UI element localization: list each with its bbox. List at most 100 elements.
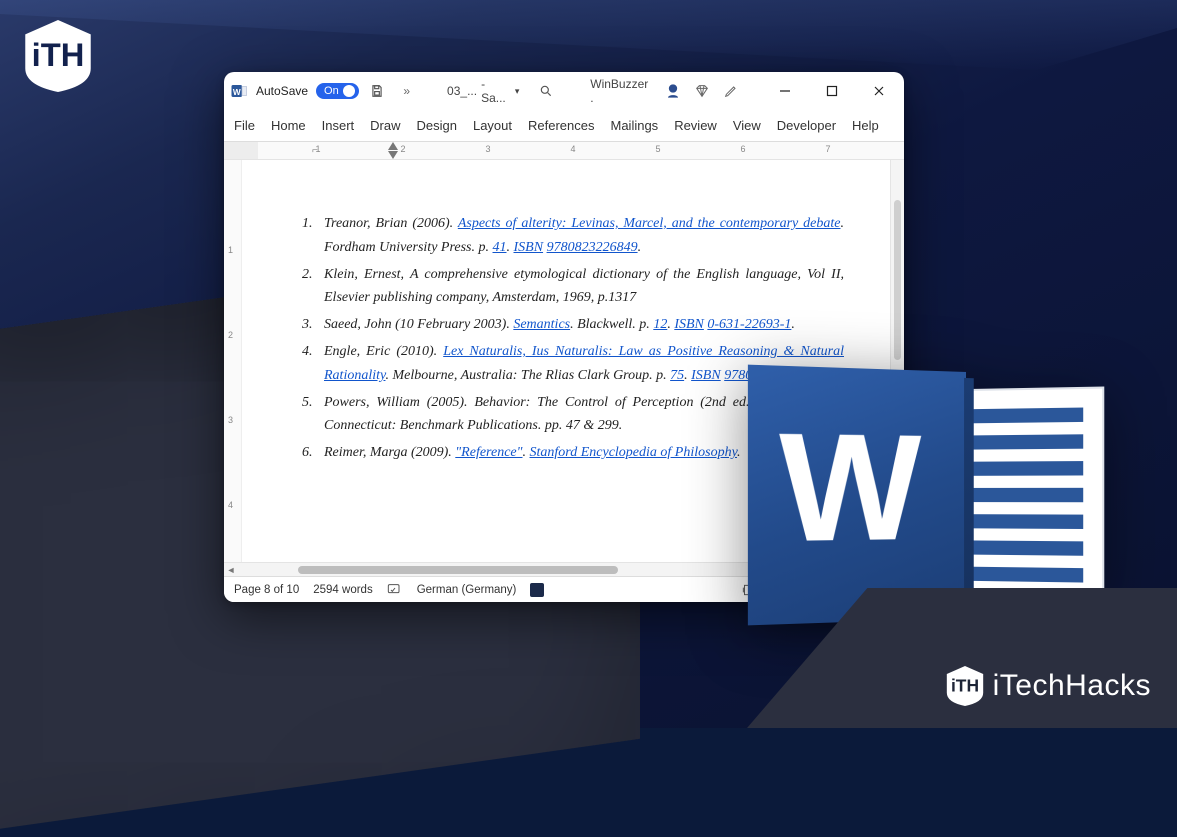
document-title[interactable]: 03_... - Sa... ▾ xyxy=(447,77,519,105)
tab-insert[interactable]: Insert xyxy=(322,116,355,135)
ref-isbn-value[interactable]: 0-631-22693-1 xyxy=(707,317,791,332)
ref-text: A comprehensive etymological dictionary … xyxy=(410,267,798,282)
ref-text: . xyxy=(638,240,642,255)
tab-mailings[interactable]: Mailings xyxy=(611,116,659,135)
ref-page-link[interactable]: 75 xyxy=(670,368,684,383)
reference-item: 2.Klein, Ernest, A comprehensive etymolo… xyxy=(302,263,844,311)
autosave-label: AutoSave xyxy=(256,84,308,98)
svg-text:iTH: iTH xyxy=(32,36,85,73)
vertical-ruler[interactable]: 1 2 3 4 xyxy=(224,160,242,562)
status-page[interactable]: Page 8 of 10 xyxy=(234,584,299,596)
reference-body: Klein, Ernest, A comprehensive etymologi… xyxy=(324,263,844,311)
ruler-num: 6 xyxy=(740,144,745,154)
reference-number: 2. xyxy=(302,263,324,311)
ruler-num: 7 xyxy=(825,144,830,154)
account-name[interactable]: WinBuzzer . xyxy=(590,77,653,105)
ruler-num: 1 xyxy=(315,144,320,154)
autosave-toggle[interactable]: On xyxy=(316,83,359,99)
save-icon[interactable] xyxy=(367,80,388,102)
maximize-button[interactable] xyxy=(812,76,851,106)
svg-text:iTH: iTH xyxy=(951,675,979,695)
svg-text:W: W xyxy=(233,88,241,97)
status-spellcheck[interactable] xyxy=(387,583,403,597)
ref-text: Engle, Eric (2010). xyxy=(324,344,443,359)
vruler-num: 2 xyxy=(228,330,233,340)
vruler-num: 1 xyxy=(228,245,233,255)
reference-item: 1.Treanor, Brian (2006). Aspects of alte… xyxy=(302,212,844,260)
itechhacks-brand-bottom: iTH iTechHacks xyxy=(945,666,1151,706)
search-icon[interactable] xyxy=(535,80,556,102)
tab-design[interactable]: Design xyxy=(417,116,457,135)
indent-marker-bottom[interactable] xyxy=(388,151,398,159)
ref-text: . xyxy=(523,445,530,460)
tab-help[interactable]: Help xyxy=(852,116,879,135)
horizontal-ruler[interactable]: ⌐ 1 2 3 4 5 6 7 xyxy=(224,142,904,160)
reference-number: 1. xyxy=(302,212,324,260)
tab-home[interactable]: Home xyxy=(271,116,306,135)
diamond-icon[interactable] xyxy=(691,80,712,102)
tab-review[interactable]: Review xyxy=(674,116,717,135)
ribbon-tabs: File Home Insert Draw Design Layout Refe… xyxy=(224,110,904,142)
word-app-icon: W xyxy=(230,82,248,100)
pen-icon[interactable] xyxy=(720,80,741,102)
ruler-num: 4 xyxy=(570,144,575,154)
scrollbar-thumb[interactable] xyxy=(894,200,901,360)
overflow-icon[interactable]: » xyxy=(396,80,417,102)
titlebar: W AutoSave On » 03_... - Sa... ▾ WinBuzz… xyxy=(224,72,904,110)
doc-name-left: 03_... xyxy=(447,84,477,98)
scroll-left-icon[interactable]: ◄ xyxy=(224,565,238,575)
ref-text: . xyxy=(791,317,795,332)
chevron-down-icon: ▾ xyxy=(515,86,520,97)
ref-isbn-label[interactable]: ISBN xyxy=(691,368,721,383)
account-avatar-icon[interactable] xyxy=(663,81,683,101)
tab-file[interactable]: File xyxy=(234,116,255,135)
tab-references[interactable]: References xyxy=(528,116,594,135)
itechhacks-badge-top: iTH xyxy=(22,20,94,92)
tab-developer[interactable]: Developer xyxy=(777,116,836,135)
ref-text: Treanor, Brian (2006). xyxy=(324,216,458,231)
ruler-num: 2 xyxy=(400,144,405,154)
reference-number: 5. xyxy=(302,391,324,439)
ref-text: Reimer, Marga (2009). xyxy=(324,445,455,460)
itechhacks-shield-icon: iTH xyxy=(945,666,985,706)
ref-link[interactable]: Semantics xyxy=(513,317,570,332)
ref-page-link[interactable]: 41 xyxy=(493,240,507,255)
ref-text: . Blackwell. p. xyxy=(570,317,653,332)
ref-isbn-label[interactable]: ISBN xyxy=(514,240,544,255)
ref-link[interactable]: "Reference" xyxy=(455,445,522,460)
hscroll-thumb[interactable] xyxy=(298,566,618,574)
ref-text: Klein, Ernest, xyxy=(324,267,410,282)
reference-body: Treanor, Brian (2006). Aspects of alteri… xyxy=(324,212,844,260)
reference-number: 4. xyxy=(302,340,324,388)
status-language[interactable]: German (Germany) xyxy=(417,584,517,596)
reference-number: 3. xyxy=(302,313,324,337)
ref-link[interactable]: Stanford Encyclopedia of Philosophy xyxy=(530,445,738,460)
close-button[interactable] xyxy=(859,76,898,106)
status-words[interactable]: 2594 words xyxy=(313,584,372,596)
ref-text: Saeed, John (10 February 2003). xyxy=(324,317,513,332)
ref-text: . Melbourne, Australia: The Rlias Clark … xyxy=(385,368,670,383)
indent-marker-top[interactable] xyxy=(388,142,398,150)
doc-name-right: - Sa... xyxy=(481,77,511,105)
ref-text: . xyxy=(507,240,514,255)
ruler-num: 3 xyxy=(485,144,490,154)
reference-body: Saeed, John (10 February 2003). Semantic… xyxy=(324,313,844,337)
ref-page-link[interactable]: 12 xyxy=(653,317,667,332)
brand-text: iTechHacks xyxy=(993,669,1151,703)
word-logo-w: W xyxy=(779,409,916,565)
vruler-num: 3 xyxy=(228,415,233,425)
vruler-num: 4 xyxy=(228,500,233,510)
reference-item: 3.Saeed, John (10 February 2003). Semant… xyxy=(302,313,844,337)
ruler-num: 5 xyxy=(655,144,660,154)
tab-view[interactable]: View xyxy=(733,116,761,135)
tab-layout[interactable]: Layout xyxy=(473,116,512,135)
status-macro-icon[interactable] xyxy=(530,583,544,597)
toggle-knob xyxy=(343,85,355,97)
autosave-state: On xyxy=(324,85,339,97)
ref-isbn-value[interactable]: 9780823226849 xyxy=(547,240,638,255)
minimize-button[interactable] xyxy=(766,76,805,106)
tab-draw[interactable]: Draw xyxy=(370,116,400,135)
ref-link[interactable]: Aspects of alterity: Levinas, Marcel, an… xyxy=(458,216,841,231)
ref-isbn-label[interactable]: ISBN xyxy=(674,317,704,332)
reference-number: 6. xyxy=(302,441,324,465)
